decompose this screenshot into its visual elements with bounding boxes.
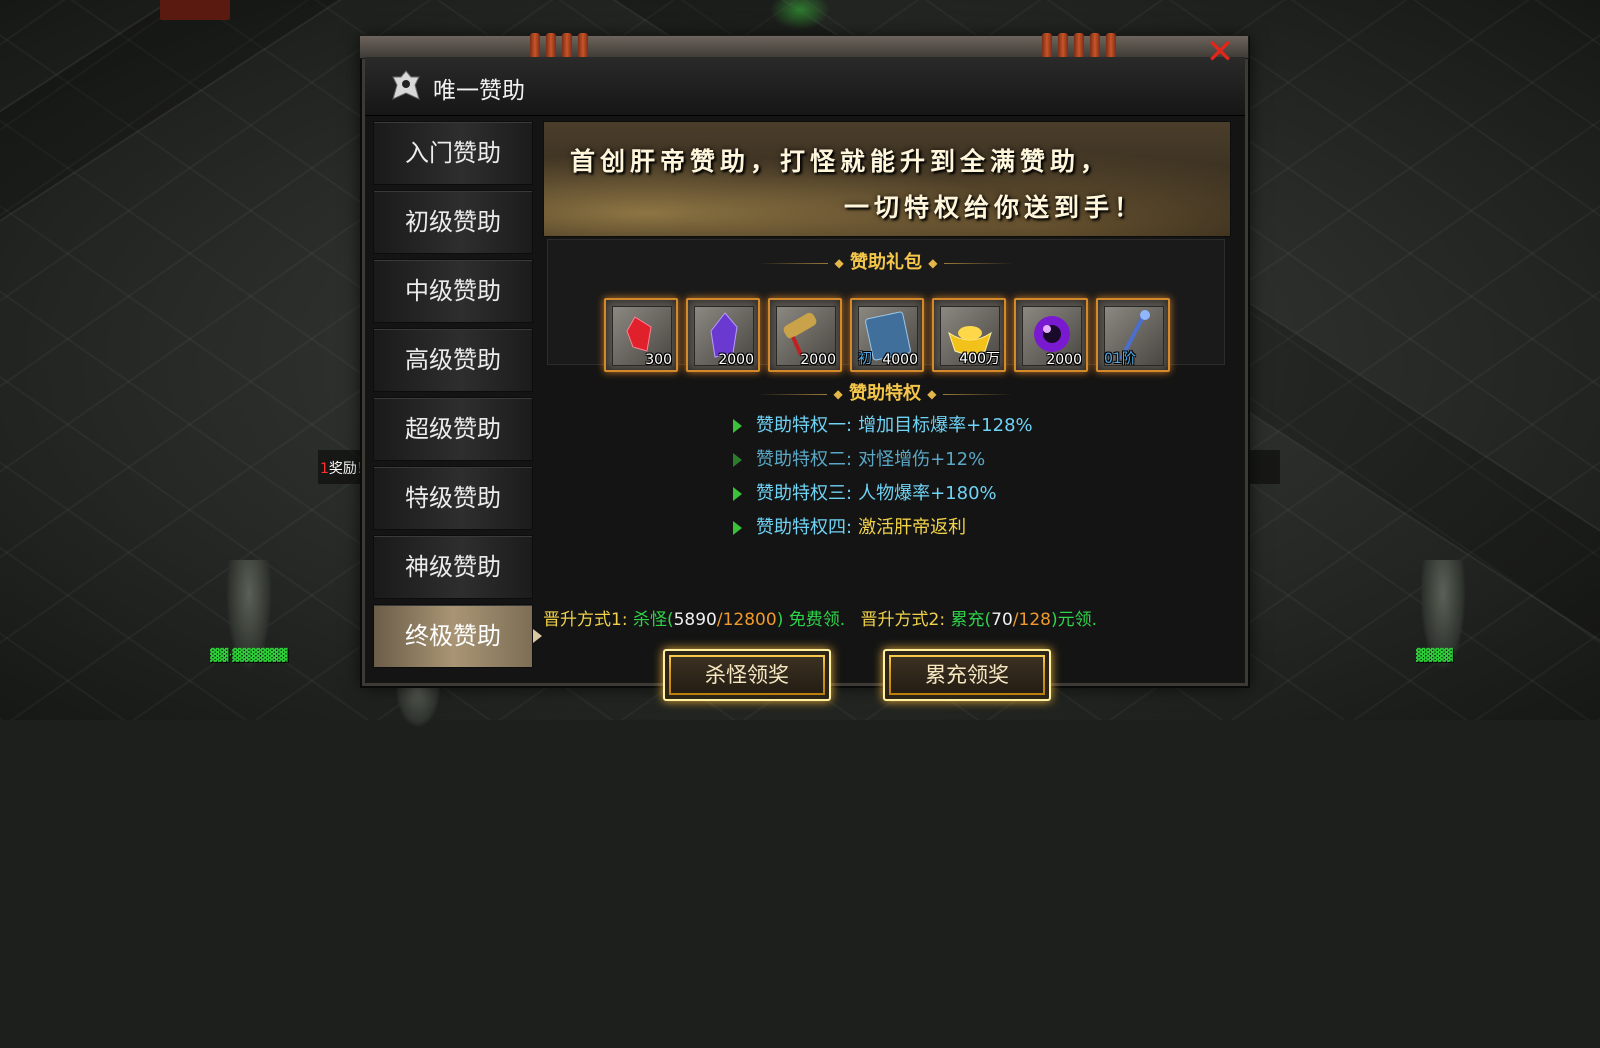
method2-suffix: )元领.	[1050, 610, 1098, 630]
frame-knot	[1090, 33, 1100, 59]
privilege-value: 人物爆率+180%	[858, 483, 997, 504]
diamond-icon: ◆	[927, 387, 937, 401]
sidebar-item-divine[interactable]: 神级赞助	[373, 535, 533, 599]
title-decoration	[757, 393, 828, 395]
world-building	[160, 0, 230, 20]
promo-banner: 首创肝帝赞助，打怪就能升到全满赞助， 一切特权给你送到手！	[543, 121, 1231, 237]
privilege-section-title: ◆ 赞助特权 ◆	[547, 379, 1223, 405]
kill-current: 5890	[673, 610, 717, 630]
privilege-section: ◆ 赞助特权 ◆ 赞助特权一: 增加目标爆率+128% 赞助特权二: 对怪增伤+12…	[547, 367, 1223, 573]
gift-section: ◆ 赞助礼包 ◆ 300 2000 2000 初 4000 400万 2000 …	[547, 239, 1225, 372]
charge-reward-label: 累充领奖	[891, 657, 1043, 693]
horde-emblem-icon	[389, 69, 423, 103]
privilege-row: 赞助特权二: 对怪增伤+12%	[733, 445, 985, 471]
item-count: 2000	[1046, 352, 1082, 368]
title-decoration	[943, 262, 1014, 264]
privilege-value: 增加目标爆率+128%	[858, 415, 1033, 436]
privilege-title-text: 赞助特权	[849, 383, 921, 404]
panel-title: 唯一赞助	[433, 78, 525, 104]
green-arrow-icon	[733, 521, 742, 535]
sidebar-item-entry[interactable]: 入门赞助	[373, 121, 533, 185]
green-arrow-icon	[733, 453, 742, 467]
sponsor-panel: 唯一赞助 ✕ 入门赞助 初级赞助 中级赞助 高级赞助 超级赞助 特级赞助 神级赞…	[359, 33, 1249, 701]
frame-knot	[1042, 33, 1052, 59]
frame-knot	[1106, 33, 1116, 59]
title-decoration	[758, 262, 829, 264]
item-count: 2000	[718, 352, 754, 368]
npc-name-label: ▓▓▓▓	[1416, 648, 1453, 662]
green-arrow-icon	[733, 419, 742, 433]
gift-item-red-gem[interactable]: 300	[604, 298, 678, 372]
green-arrow-icon	[733, 487, 742, 501]
item-count: 400万	[959, 351, 1000, 367]
privilege-label: 赞助特权二:	[756, 449, 853, 470]
method1-suffix: ) 免费领.	[776, 610, 846, 630]
method1-text: 杀怪(	[632, 610, 674, 630]
privilege-label: 赞助特权三:	[756, 483, 853, 504]
sidebar-item-advanced[interactable]: 高级赞助	[373, 328, 533, 392]
sponsor-tier-sidebar: 入门赞助 初级赞助 中级赞助 高级赞助 超级赞助 特级赞助 神级赞助 终极赞助	[373, 121, 542, 673]
close-icon[interactable]: ✕	[1203, 35, 1237, 69]
gift-item-purple-crystal[interactable]: 2000	[686, 298, 760, 372]
item-count: 01阶	[1104, 351, 1136, 367]
charge-current: 70	[991, 610, 1013, 630]
promotion-line: 晋升方式1: 杀怪(5890/12800) 免费领. 晋升方式2: 累充(70/…	[543, 605, 1097, 630]
method2-text: 累充(	[950, 610, 992, 630]
frame-knot	[530, 33, 540, 59]
frame-knot	[578, 33, 588, 59]
item-count: 4000	[882, 352, 918, 368]
diamond-icon: ◆	[834, 256, 844, 270]
banner-line-1: 首创肝帝赞助，打怪就能升到全满赞助，	[570, 147, 1111, 176]
gift-item-purple-orb[interactable]: 2000	[1014, 298, 1088, 372]
frame-knot	[546, 33, 556, 59]
title-decoration	[942, 393, 1013, 395]
kill-target: 12800	[722, 610, 777, 630]
gift-item-gold-ingot[interactable]: 400万	[932, 298, 1006, 372]
gift-title-text: 赞助礼包	[850, 252, 922, 273]
privilege-value: 对怪增伤+12%	[858, 449, 986, 470]
frame-knot	[562, 33, 572, 59]
gift-item-scroll[interactable]: 2000	[768, 298, 842, 372]
method1-label: 晋升方式1:	[543, 610, 628, 630]
panel-top-frame	[359, 33, 1249, 59]
privilege-row: 赞助特权四: 激活肝帝返利	[733, 513, 966, 539]
item-count: 300	[645, 352, 672, 368]
diamond-icon: ◆	[833, 387, 843, 401]
sidebar-item-special[interactable]: 特级赞助	[373, 466, 533, 530]
panel-header: 唯一赞助	[365, 57, 1245, 116]
npc-name-label: ▓▓·▓▓▓▓▓▓	[210, 648, 288, 662]
kill-reward-button[interactable]: 杀怪领奖	[663, 649, 831, 701]
privilege-row: 赞助特权三: 人物爆率+180%	[733, 479, 997, 505]
frame-knot	[1074, 33, 1084, 59]
frame-knot	[1058, 33, 1068, 59]
privilege-label: 赞助特权四:	[756, 517, 853, 538]
gift-item-staff-weapon[interactable]: 01阶	[1096, 298, 1170, 372]
item-prefix: 初	[858, 351, 872, 367]
privilege-label: 赞助特权一:	[756, 415, 853, 436]
privilege-row: 赞助特权一: 增加目标爆率+128%	[733, 411, 1033, 437]
charge-reward-button[interactable]: 累充领奖	[883, 649, 1051, 701]
tier-content: 首创肝帝赞助，打怪就能升到全满赞助， 一切特权给你送到手！ ◆ 赞助礼包 ◆ 3…	[543, 121, 1231, 701]
banner-line-2: 一切特权给你送到手！	[844, 193, 1145, 222]
sidebar-item-beginner[interactable]: 初级赞助	[373, 190, 533, 254]
charge-target: 128	[1018, 610, 1051, 630]
diamond-icon: ◆	[928, 256, 938, 270]
chat-number: 1	[320, 461, 329, 477]
gift-item-skill-book[interactable]: 初 4000	[850, 298, 924, 372]
gift-section-title: ◆ 赞助礼包 ◆	[548, 248, 1224, 274]
privilege-value: 激活肝帝返利	[858, 517, 967, 538]
item-count: 2000	[800, 352, 836, 368]
sidebar-item-super[interactable]: 超级赞助	[373, 397, 533, 461]
kill-reward-label: 杀怪领奖	[671, 657, 823, 693]
sidebar-item-ultimate[interactable]: 终极赞助	[373, 604, 542, 668]
method2-label: 晋升方式2:	[860, 610, 946, 630]
sidebar-item-intermediate[interactable]: 中级赞助	[373, 259, 533, 323]
